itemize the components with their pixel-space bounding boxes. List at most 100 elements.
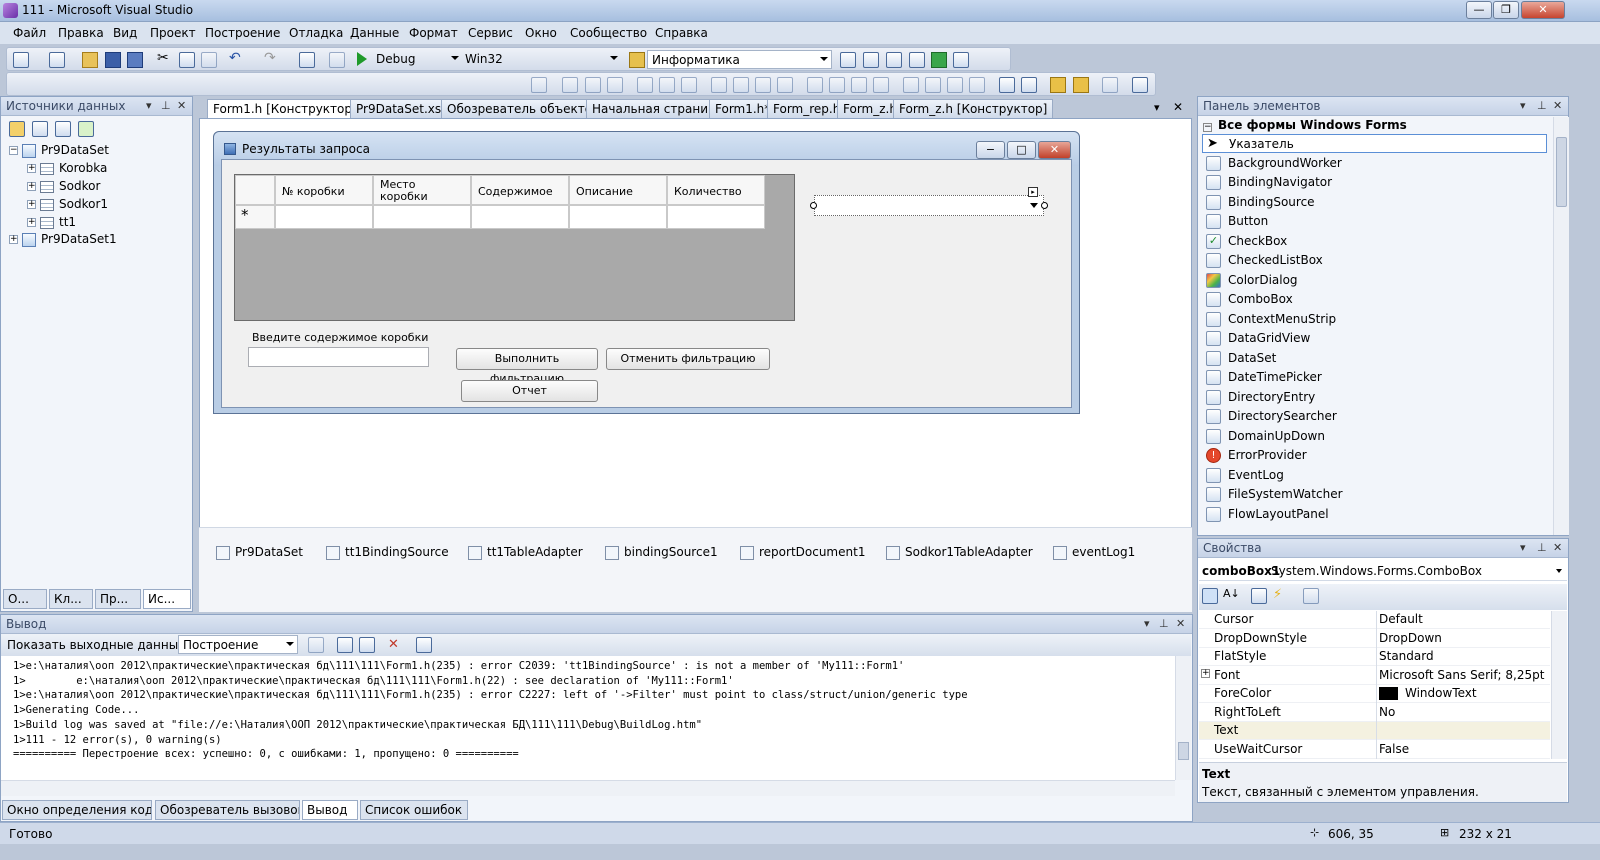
tree-item-korobka[interactable]: + Korobka — [27, 161, 107, 175]
bring-to-front-icon[interactable] — [1050, 77, 1066, 93]
start-page-icon[interactable] — [931, 52, 947, 68]
grid-header-box-number[interactable]: № коробки — [275, 175, 373, 205]
toolbox-group-header[interactable]: − Все формы Windows Forms — [1203, 118, 1407, 132]
tab-class-view[interactable]: Кл... — [49, 589, 93, 609]
menu-data[interactable]: Данные — [350, 26, 399, 40]
prev-message-icon[interactable] — [337, 637, 353, 653]
panel-dropdown-icon[interactable]: ▾ — [146, 99, 152, 112]
scrollbar-thumb[interactable] — [1556, 137, 1567, 207]
panel-dropdown-icon[interactable]: ▾ — [1520, 541, 1526, 554]
output-source-select[interactable]: Построение — [178, 635, 298, 654]
apply-filter-button[interactable]: Выполнить фильтрацию — [456, 348, 598, 385]
resize-handle-left[interactable] — [810, 202, 817, 209]
copy-icon[interactable] — [179, 52, 195, 68]
maximize-button[interactable]: ❐ — [1493, 1, 1519, 19]
object-selector[interactable]: comboBox1 System.Windows.Forms.ComboBox — [1199, 562, 1567, 581]
tree-item-pr9dataset1[interactable]: + Pr9DataSet1 — [9, 232, 117, 247]
toolbox-item-datagridview[interactable]: DataGridView — [1202, 329, 1547, 348]
properties-scrollbar[interactable] — [1551, 611, 1567, 759]
toolbox-item-combobox[interactable]: ComboBox — [1202, 290, 1547, 309]
menu-help[interactable]: Справка — [655, 26, 708, 40]
output-line-buildlog-link[interactable]: 1>Build log was saved at "file://e:\Ната… — [13, 718, 1175, 733]
cancel-filter-button[interactable]: Отменить фильтрацию — [606, 348, 770, 370]
data-grid-view[interactable]: № коробки Место коробки Содержимое Описа… — [234, 174, 795, 321]
collapse-icon[interactable]: − — [1203, 123, 1212, 132]
refresh-icon[interactable] — [78, 121, 94, 137]
filter-input[interactable] — [248, 347, 429, 367]
property-row-dropdownstyle[interactable]: DropDownStyle DropDown — [1199, 630, 1550, 648]
categorized-icon[interactable] — [1202, 588, 1218, 604]
redo-icon[interactable]: ↷ — [264, 50, 280, 66]
tab-code-definition[interactable]: Окно определения кода — [2, 800, 152, 820]
start-debug-icon[interactable] — [357, 52, 367, 66]
h-spacing-decrease-icon[interactable] — [851, 77, 867, 93]
menu-community[interactable]: Сообщество — [570, 26, 647, 40]
designed-form[interactable]: Результаты запроса − □ ✕ № коробки Место… — [213, 131, 1080, 414]
toolbox-item-bindingnavigator[interactable]: BindingNavigator — [1202, 173, 1547, 192]
add-data-source-icon[interactable] — [9, 121, 25, 137]
expand-icon[interactable]: + — [9, 235, 18, 244]
next-message-icon[interactable] — [359, 637, 375, 653]
smart-tag-icon[interactable]: ▸ — [1028, 187, 1038, 197]
expand-icon[interactable]: + — [27, 164, 36, 173]
v-spacing-increase-icon[interactable] — [925, 77, 941, 93]
clear-all-icon[interactable]: ✕ — [388, 637, 404, 653]
h-spacing-equal-icon[interactable] — [807, 77, 823, 93]
toolbox-item-directoryentry[interactable]: DirectoryEntry — [1202, 388, 1547, 407]
grid-cell[interactable] — [569, 205, 667, 229]
tray-item-pr9dataset[interactable]: Pr9DataSet — [216, 545, 303, 560]
report-button[interactable]: Отчет — [461, 380, 598, 402]
center-vertically-icon[interactable] — [1021, 77, 1037, 93]
panel-close-icon[interactable]: ✕ — [1553, 99, 1562, 112]
center-horizontally-icon[interactable] — [999, 77, 1015, 93]
scrollbar-thumb[interactable] — [1178, 742, 1189, 760]
grid-cell[interactable] — [275, 205, 373, 229]
alphabetical-icon[interactable]: A↓ — [1223, 587, 1240, 603]
menu-view[interactable]: Вид — [113, 26, 137, 40]
align-tops-icon[interactable] — [637, 77, 653, 93]
doc-tab-form-z-designer[interactable]: Form_z.h [Конструктор] — [893, 99, 1054, 118]
toolbox-icon[interactable] — [909, 52, 925, 68]
property-row-flatstyle[interactable]: FlatStyle Standard — [1199, 648, 1550, 666]
doc-tab-form1-designer[interactable]: Form1.h [Конструктор]* — [207, 99, 369, 119]
collapse-icon[interactable]: − — [9, 146, 18, 155]
panel-close-icon[interactable]: ✕ — [1553, 541, 1562, 554]
undo-icon[interactable]: ↶ — [229, 50, 245, 66]
navigate-icon[interactable] — [299, 52, 315, 68]
search-combo[interactable]: Информатика — [647, 50, 832, 69]
save-all-icon[interactable] — [127, 52, 143, 68]
property-row-text[interactable]: Text — [1199, 722, 1550, 740]
find-message-icon[interactable] — [308, 637, 324, 653]
doc-tab-object-browser[interactable]: Обозреватель объектов — [441, 99, 606, 118]
align-bottoms-icon[interactable] — [681, 77, 697, 93]
property-row-cursor[interactable]: Cursor Default — [1199, 611, 1550, 629]
tab-call-browser[interactable]: Обозреватель вызовов — [155, 800, 300, 820]
grid-cell[interactable] — [667, 205, 765, 229]
grid-header-contents[interactable]: Содержимое — [471, 175, 569, 205]
tray-item-eventlog1[interactable]: eventLog1 — [1053, 545, 1135, 560]
close-button[interactable]: ✕ — [1521, 1, 1565, 19]
align-lefts-icon[interactable] — [562, 77, 578, 93]
doc-tab-form-rep[interactable]: Form_rep.h — [767, 99, 847, 118]
expand-icon[interactable]: + — [27, 218, 36, 227]
doc-close-icon[interactable]: ✕ — [1173, 100, 1183, 114]
menu-format[interactable]: Формат — [409, 26, 458, 40]
toolbox-item-domainupdown[interactable]: DomainUpDown — [1202, 427, 1547, 446]
v-spacing-remove-icon[interactable] — [969, 77, 985, 93]
same-size-icon[interactable] — [755, 77, 771, 93]
tab-data-sources[interactable]: Ис... — [143, 589, 191, 609]
h-spacing-remove-icon[interactable] — [873, 77, 889, 93]
toolbox-item-contextmenustrip[interactable]: ContextMenuStrip — [1202, 310, 1547, 329]
align-middles-icon[interactable] — [659, 77, 675, 93]
same-height-icon[interactable] — [733, 77, 749, 93]
toolbox-item-directorysearcher[interactable]: DirectorySearcher — [1202, 407, 1547, 426]
cut-icon[interactable]: ✂ — [157, 50, 173, 66]
toolbox-item-colordialog[interactable]: ColorDialog — [1202, 271, 1547, 290]
paste-icon[interactable] — [201, 52, 217, 68]
toolbox-item-flowlayoutpanel[interactable]: FlowLayoutPanel — [1202, 505, 1547, 524]
tray-item-sodkor1tableadapter[interactable]: Sodkor1TableAdapter — [886, 545, 1033, 560]
panel-dropdown-icon[interactable]: ▾ — [1520, 99, 1526, 112]
configure-dataset-icon[interactable] — [55, 121, 71, 137]
open-icon[interactable] — [82, 52, 98, 68]
tray-item-reportdocument1[interactable]: reportDocument1 — [740, 545, 865, 560]
